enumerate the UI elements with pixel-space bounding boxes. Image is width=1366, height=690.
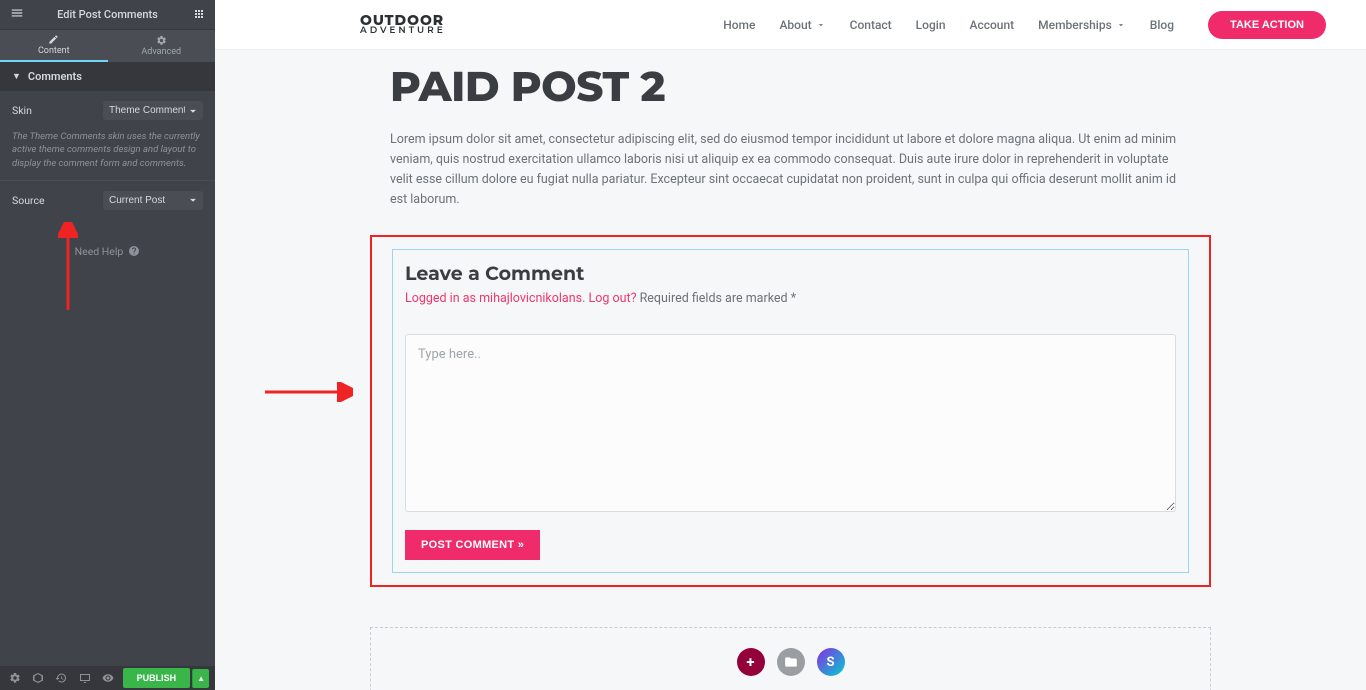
- required-note: Required fields are marked *: [640, 291, 796, 306]
- help-icon: [128, 245, 140, 257]
- control-skin: Skin Theme Comments: [0, 91, 215, 130]
- add-section-icons: + S: [391, 648, 1190, 676]
- nav-contact[interactable]: Contact: [850, 18, 892, 32]
- publish-button[interactable]: PUBLISH: [123, 668, 191, 688]
- chevron-down-icon: [1116, 20, 1126, 30]
- apps-icon[interactable]: [185, 5, 205, 24]
- post-comment-button[interactable]: POST COMMENT »: [405, 530, 540, 560]
- source-label: Source: [12, 194, 45, 207]
- skin-label: Skin: [12, 104, 32, 117]
- section-comments[interactable]: ▼ Comments: [0, 62, 215, 91]
- control-source: Source Current Post: [0, 181, 215, 220]
- panel-header: Edit Post Comments: [0, 0, 215, 30]
- need-help-link[interactable]: Need Help: [0, 220, 215, 283]
- panel-title: Edit Post Comments: [30, 8, 185, 21]
- site-logo[interactable]: OUTDOOR ADVENTURE: [360, 14, 446, 36]
- nav-about[interactable]: About: [779, 18, 825, 32]
- main-nav: Home About Contact Login Account Members…: [723, 11, 1326, 39]
- settings-icon[interactable]: [6, 669, 23, 687]
- take-action-button[interactable]: TAKE ACTION: [1208, 11, 1326, 39]
- skin-select[interactable]: Theme Comments: [103, 101, 203, 120]
- preview-icon[interactable]: [99, 669, 116, 687]
- elementor-panel: Edit Post Comments Content Advanced ▼ Co…: [0, 0, 215, 690]
- add-section-area[interactable]: + S: [370, 627, 1211, 690]
- bottom-bar: PUBLISH ▲: [0, 666, 215, 690]
- comments-widget-selected[interactable]: Leave a Comment Logged in as mihajlovicn…: [370, 235, 1211, 587]
- post-body: Lorem ipsum dolor sit amet, consectetur …: [390, 130, 1191, 210]
- pencil-icon: [48, 34, 59, 45]
- logout-link[interactable]: Log out?: [588, 291, 636, 306]
- preview-area: OUTDOOR ADVENTURE Home About Contact Log…: [215, 0, 1366, 690]
- comment-logged-line: Logged in as mihajlovicnikolans. Log out…: [405, 291, 1176, 306]
- skin-description: The Theme Comments skin uses the current…: [0, 130, 215, 181]
- logged-in-link[interactable]: Logged in as mihajlovicnikolans: [405, 291, 582, 306]
- nav-memberships[interactable]: Memberships: [1038, 18, 1126, 32]
- add-section-icon[interactable]: +: [737, 648, 765, 676]
- tab-advanced[interactable]: Advanced: [108, 30, 216, 62]
- comments-widget-inner: Leave a Comment Logged in as mihajlovicn…: [392, 249, 1189, 573]
- history-icon[interactable]: [53, 669, 70, 687]
- caret-down-icon: ▼: [12, 71, 21, 82]
- nav-blog[interactable]: Blog: [1150, 18, 1174, 32]
- chevron-down-icon: [816, 20, 826, 30]
- post-title: PAID POST 2: [390, 60, 1191, 112]
- comment-textarea[interactable]: [405, 334, 1176, 512]
- site-header: OUTDOOR ADVENTURE Home About Contact Log…: [215, 0, 1366, 50]
- content-area: PAID POST 2 Lorem ipsum dolor sit amet, …: [215, 50, 1366, 690]
- navigator-icon[interactable]: [29, 669, 46, 687]
- tab-content[interactable]: Content: [0, 30, 108, 62]
- nav-account[interactable]: Account: [970, 18, 1015, 32]
- nav-home[interactable]: Home: [723, 18, 755, 32]
- nav-login[interactable]: Login: [916, 18, 946, 32]
- panel-tabs: Content Advanced: [0, 30, 215, 62]
- comment-heading: Leave a Comment: [405, 262, 1176, 285]
- add-template-icon[interactable]: [777, 648, 805, 676]
- menu-icon[interactable]: [10, 5, 30, 24]
- favorites-icon[interactable]: S: [817, 648, 845, 676]
- publish-options[interactable]: ▲: [192, 669, 209, 688]
- source-select[interactable]: Current Post: [103, 191, 203, 210]
- responsive-icon[interactable]: [76, 669, 93, 687]
- gear-icon: [156, 35, 167, 46]
